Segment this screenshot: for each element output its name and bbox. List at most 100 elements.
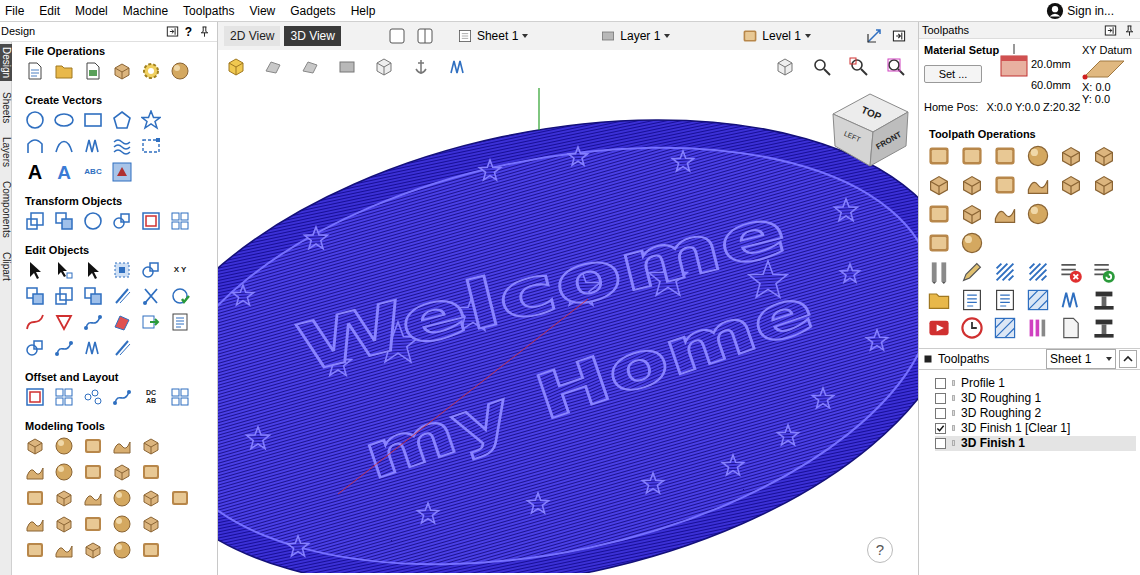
- shapes-icon[interactable]: [263, 57, 283, 77]
- help-button[interactable]: ?: [867, 537, 893, 563]
- help-label[interactable]: ?: [876, 539, 884, 562]
- project-icon[interactable]: [1026, 202, 1050, 226]
- bake-icon[interactable]: [83, 488, 103, 508]
- extend-icon[interactable]: [83, 338, 103, 358]
- weld-icon[interactable]: [25, 286, 45, 306]
- check-icon[interactable]: [170, 286, 190, 306]
- outline-text-icon[interactable]: A: [54, 162, 74, 182]
- circle-icon[interactable]: [25, 110, 45, 130]
- dashed-rect-icon[interactable]: [141, 136, 161, 156]
- stats-icon[interactable]: [1026, 316, 1050, 340]
- open-template-icon[interactable]: [927, 288, 951, 312]
- icon-glyph[interactable]: ABC: [84, 168, 101, 176]
- menu-item[interactable]: Help: [351, 3, 376, 19]
- rectangle-icon[interactable]: [83, 110, 103, 130]
- sketch-icon[interactable]: [960, 260, 984, 284]
- combine-icon[interactable]: [141, 462, 161, 482]
- toolpath-item[interactable]: 3D Roughing 1: [935, 391, 1136, 406]
- menu-item[interactable]: Toolpaths: [183, 3, 234, 19]
- menu-item[interactable]: Gadgets: [290, 3, 335, 19]
- toolpath-checkbox[interactable]: [935, 438, 946, 449]
- split-view-icon[interactable]: [415, 26, 435, 46]
- menu-item[interactable]: File: [5, 3, 24, 19]
- triangle-icon[interactable]: [54, 312, 74, 332]
- step-repeat-icon[interactable]: [170, 387, 190, 407]
- inlay-icon[interactable]: [993, 173, 1017, 197]
- material-box-icon[interactable]: [226, 57, 246, 77]
- profile-3d-icon[interactable]: [993, 202, 1017, 226]
- side-tab[interactable]: Clipart: [0, 249, 12, 284]
- side-tab-label[interactable]: Design: [0, 47, 12, 78]
- machine-icon[interactable]: [1092, 316, 1116, 340]
- layer-dropdown-label[interactable]: Layer 1: [620, 27, 660, 45]
- flute-icon[interactable]: [927, 173, 951, 197]
- icon-glyph[interactable]: A: [57, 163, 71, 182]
- dock-icon[interactable]: [166, 25, 179, 38]
- menu-item[interactable]: Machine: [123, 3, 168, 19]
- zoom-extents-icon[interactable]: [849, 57, 869, 77]
- text-icon[interactable]: A: [25, 162, 45, 182]
- side-tab[interactable]: Sheets: [0, 89, 12, 126]
- view-tab-label[interactable]: 3D View: [290, 27, 334, 45]
- import-component-icon[interactable]: [112, 61, 132, 81]
- menu-item[interactable]: Model: [75, 3, 108, 19]
- set-button[interactable]: Set ...: [924, 65, 982, 84]
- side-tab-label[interactable]: Layers: [0, 137, 12, 167]
- new-file-icon[interactable]: [25, 61, 45, 81]
- nest-icon[interactable]: DC AB: [141, 387, 161, 407]
- help-button[interactable]: ?: [185, 25, 192, 39]
- datum-icon[interactable]: [1082, 59, 1126, 81]
- close-icon[interactable]: [54, 338, 74, 358]
- component-5-icon[interactable]: [141, 514, 161, 534]
- polyline-icon[interactable]: [25, 136, 45, 156]
- texture-icon[interactable]: [141, 436, 161, 456]
- plane-icon[interactable]: [300, 57, 320, 77]
- merge-toolpaths-icon[interactable]: [1026, 260, 1050, 284]
- caret-icon[interactable]: [805, 34, 811, 38]
- text-on-curve-icon[interactable]: ABC: [83, 162, 103, 182]
- view-cube[interactable]: TOPLEFTFRONT: [833, 94, 908, 166]
- side-tab[interactable]: Layers: [0, 134, 12, 170]
- level-dropdown-label[interactable]: Level 1: [762, 27, 801, 45]
- cube-label[interactable]: LEFT: [843, 130, 862, 144]
- icon-glyph[interactable]: A: [28, 162, 42, 182]
- preview-video-icon[interactable]: [927, 316, 951, 340]
- zoom-selected-icon[interactable]: [886, 57, 906, 77]
- collapse-icon[interactable]: [1119, 350, 1137, 368]
- component-1-icon[interactable]: [25, 514, 45, 534]
- layer-dropdown[interactable]: Layer 1: [600, 27, 670, 45]
- post-processor-icon[interactable]: [1092, 288, 1116, 312]
- import-image-icon[interactable]: [83, 61, 103, 81]
- toolpath-label[interactable]: 3D Finish 1 [Clear 1]: [961, 421, 1070, 436]
- subtract-icon[interactable]: [54, 286, 74, 306]
- side-tab[interactable]: Components: [0, 178, 12, 241]
- join-icon[interactable]: [25, 338, 45, 358]
- cube-icon[interactable]: [374, 57, 394, 77]
- select-icon[interactable]: [25, 260, 45, 280]
- sheet-doc-icon[interactable]: [1059, 316, 1083, 340]
- caret-icon[interactable]: [664, 34, 670, 38]
- sheet-nest-icon[interactable]: [927, 231, 951, 255]
- quick-engrave-icon[interactable]: [1026, 144, 1050, 168]
- export-icon[interactable]: [141, 312, 161, 332]
- component-4-icon[interactable]: [112, 514, 132, 534]
- recalculate-icon[interactable]: [1092, 260, 1116, 284]
- delete-toolpath-icon[interactable]: [1059, 260, 1083, 284]
- toolpath-checkbox[interactable]: [935, 393, 946, 404]
- texture-4-icon[interactable]: [112, 540, 132, 560]
- finish-icon[interactable]: [960, 202, 984, 226]
- wave-icon[interactable]: [112, 136, 132, 156]
- layer-icon[interactable]: [600, 28, 616, 44]
- zigzag-lines-icon[interactable]: [448, 57, 468, 77]
- mirror-icon[interactable]: [112, 211, 132, 231]
- view-box-icon[interactable]: [775, 57, 795, 77]
- tilt-icon[interactable]: [83, 462, 103, 482]
- resize-icon[interactable]: [54, 211, 74, 231]
- 3d-viewport[interactable]: Welcomemy HomeTOPLEFTFRONT?: [218, 84, 918, 575]
- texture-1-icon[interactable]: [25, 540, 45, 560]
- side-tab-label[interactable]: Components: [0, 181, 12, 238]
- menu-item[interactable]: Edit: [39, 3, 60, 19]
- side-tab[interactable]: Design: [0, 44, 12, 81]
- toolpath-item[interactable]: Profile 1: [935, 376, 1136, 391]
- material-icon[interactable]: [170, 61, 190, 81]
